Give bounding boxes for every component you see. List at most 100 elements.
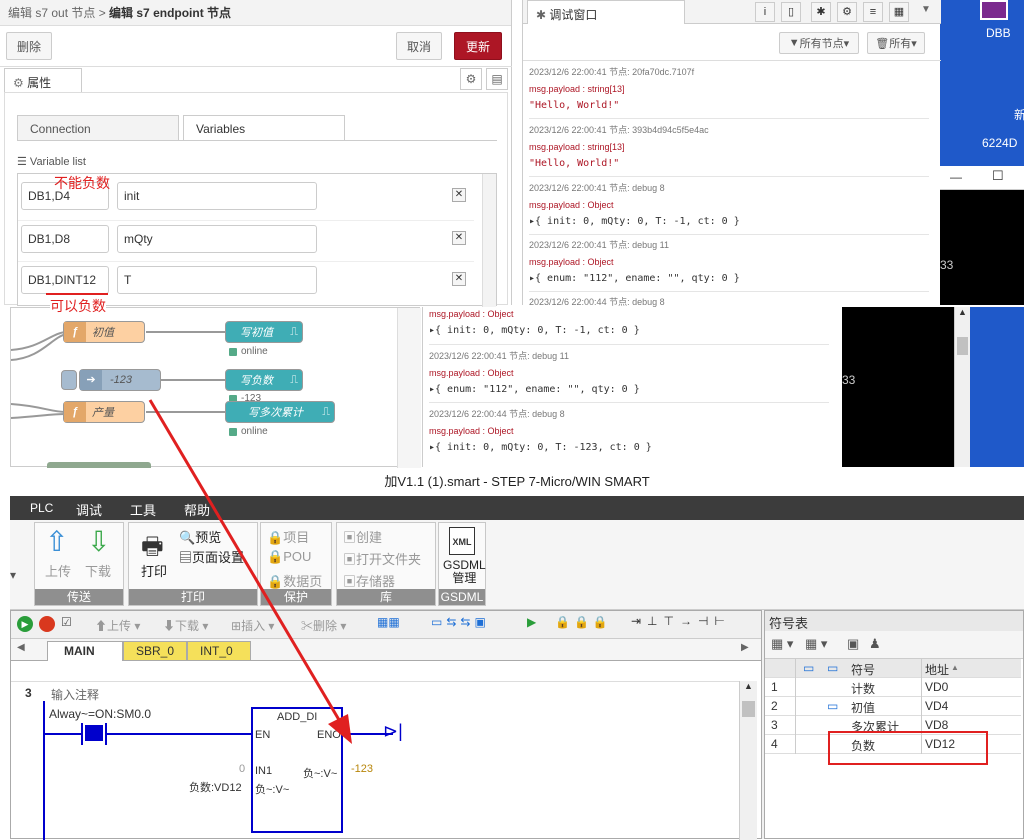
clear-filter-button[interactable]: 🗑 所有 ▾ [867,32,925,54]
debug-message[interactable]: msg.payload : Object ▸{ init: 0, mQty: 0… [429,309,829,345]
row-address[interactable]: VD8 [925,718,948,732]
variable-name-field[interactable]: init [117,182,317,210]
row-symbol[interactable]: 计数 [851,680,875,697]
memory-button[interactable]: ▣存储器 [343,571,395,590]
flow-scrollbar[interactable] [397,308,421,468]
lock-icons[interactable]: 🔒🔒🔒 [555,615,612,629]
pou-button[interactable]: 🔒POU [267,549,311,565]
cancel-button[interactable]: 取消 [396,32,442,60]
inject-node[interactable]: ➔ -123 [79,369,161,391]
add-di-block[interactable]: ADD_DI EN ENO IN1 负~:V~ 负~:V~ [251,707,343,833]
tab-int0[interactable]: INT_0 [187,641,251,661]
update-button[interactable]: 更新 [454,32,502,60]
variable-name-field[interactable]: T [117,266,317,294]
toolbar-insert-button[interactable]: ⊞插入 ▾ [231,617,274,634]
tab-debug[interactable]: ✱ 调试窗口 [527,0,685,24]
row-address[interactable]: VD4 [925,699,948,713]
menu-tools[interactable]: 工具 [130,500,156,519]
compile-icon[interactable]: ☑ [61,615,72,629]
variable-address-field[interactable]: DB1,D8 [21,225,109,253]
chart-icon[interactable]: ▦ [889,2,909,22]
table-row[interactable]: 1 计数 VD0 [765,678,1021,697]
row-address[interactable]: VD0 [925,680,948,694]
scroll-up-icon[interactable]: ▲ [955,307,970,317]
debug-message[interactable]: 2023/12/6 22:00:41 节点: debug 11 msg.payl… [529,238,929,292]
variable-name-field[interactable]: mQty [117,225,317,253]
table-icon[interactable]: ▦ ▾ [771,636,793,652]
breadcrumb-parent[interactable]: 编辑 s7 out 节点 > [8,6,106,20]
filter-nodes-button[interactable]: ▼ 所有节点 ▾ [779,32,859,54]
debug-message[interactable]: 2023/12/6 22:00:44 节点: debug 8 msg.paylo… [429,407,829,461]
s7-out-node-init[interactable]: 写初值 ⎍ [225,321,303,343]
database-icon[interactable]: ≡ [863,2,883,22]
toolbar-icons[interactable]: ▭⇆⇆▣ [431,615,490,629]
page-setup-button[interactable]: ▤页面设置 [179,547,244,566]
remove-icon[interactable]: ✕ [452,272,466,286]
remove-icon[interactable]: ✕ [452,188,466,202]
document-icon[interactable]: ▤ [486,68,508,90]
terminal-scrollbar[interactable]: ▲ [954,307,970,467]
menu-help[interactable]: 帮助 [184,500,210,519]
tab-sbr0[interactable]: SBR_0 [123,641,187,661]
editor-scrollbar[interactable]: ▲ [739,681,757,840]
run-icon[interactable]: ▶ [17,616,33,632]
maximize-icon[interactable]: ☐ [992,168,1004,184]
scroll-thumb[interactable] [957,337,968,355]
function-node-init[interactable]: ƒ 初值 [63,321,145,343]
ribbon-left-dropdown[interactable]: ▾ [10,568,16,582]
open-folder-button[interactable]: ▣打开文件夹 [343,549,421,568]
stop-icon[interactable] [39,616,55,632]
ladder-icons[interactable]: ⇥⊥⊤→⊣⊢ [631,614,731,628]
info-icon[interactable]: i [755,2,775,22]
app-icon[interactable] [980,0,1008,20]
tab-connection[interactable]: Connection [17,115,179,141]
gear-icon[interactable]: ⚙ [837,2,857,22]
s7-out-node-neg[interactable]: 写负数 ⎍ [225,369,303,391]
debug-message[interactable]: 2023/12/6 22:00:41 节点: debug 11 msg.payl… [429,349,829,403]
flow-canvas[interactable]: ƒ 初值 写初值 ⎍ online ➔ -123 写负数 ⎍ -123 ƒ 产量… [10,307,421,468]
inject-button[interactable] [61,370,77,390]
minimize-icon[interactable]: — [950,170,962,184]
toolbar-upload-button[interactable]: ⬆上传 ▾ [95,617,140,634]
toolbar-delete-button[interactable]: ✂删除 ▾ [301,617,346,634]
upload-button[interactable]: 上传 [45,561,71,580]
header-symbol[interactable]: 符号 [851,661,875,678]
bug-icon[interactable]: ✱ [811,2,831,22]
book-icon[interactable]: ▯ [781,2,801,22]
delete-button[interactable]: 删除 [6,32,52,60]
data-page-button[interactable]: 🔒数据页 [267,571,322,590]
tab-main[interactable]: MAIN [47,641,123,661]
tab-variables[interactable]: Variables [183,115,345,141]
print-button[interactable]: 打印 [141,561,167,580]
scroll-up-icon[interactable]: ▲ [740,681,757,691]
network-comment[interactable]: 输入注释 [51,686,99,703]
project-button[interactable]: 🔒项目 [267,527,309,546]
tab-left-arrow[interactable]: ◀ [17,642,25,653]
debug-message[interactable]: 2023/12/6 22:00:41 节点: debug 8 msg.paylo… [529,181,929,235]
s7-out-node-multi[interactable]: 写多次累计 ⎍ [225,401,335,423]
remove-icon[interactable]: ✕ [452,231,466,245]
goto-icon[interactable]: ▶ [527,615,536,629]
user-icon[interactable]: ♟ [869,636,881,652]
header-address[interactable]: 地址 [925,661,949,678]
variable-address-field[interactable]: DB1,DINT12 [21,266,109,294]
scroll-thumb[interactable] [742,701,755,717]
menu-debug[interactable]: 调试 [76,500,102,519]
table-icon[interactable]: ▦ ▾ [805,636,827,652]
download-button[interactable]: 下载 [85,561,111,580]
chevron-down-icon[interactable]: ▼ [921,4,931,15]
menu-plc[interactable]: PLC [30,501,53,515]
row-symbol[interactable]: 初值 [851,699,875,716]
settings-icon[interactable]: ⚙ [460,68,482,90]
preview-button[interactable]: 🔍预览 [179,527,221,546]
gsdml-button[interactable]: GSDML 管理 [443,559,486,585]
link-icon[interactable]: ▣ [847,636,859,652]
create-button[interactable]: ▣创建 [343,527,382,546]
tab-properties[interactable]: ⚙ 属性 [4,68,82,92]
function-node-qty[interactable]: ƒ 产量 [63,401,145,423]
tab-right-arrow[interactable]: ▶ [741,642,749,653]
table-row[interactable]: 2 ▭ 初值 VD4 [765,697,1021,716]
toolbar-download-button[interactable]: ⬇下载 ▾ [163,617,208,634]
scrollbar[interactable] [482,174,496,307]
monitor-icon[interactable]: ▦▦ [377,615,400,629]
